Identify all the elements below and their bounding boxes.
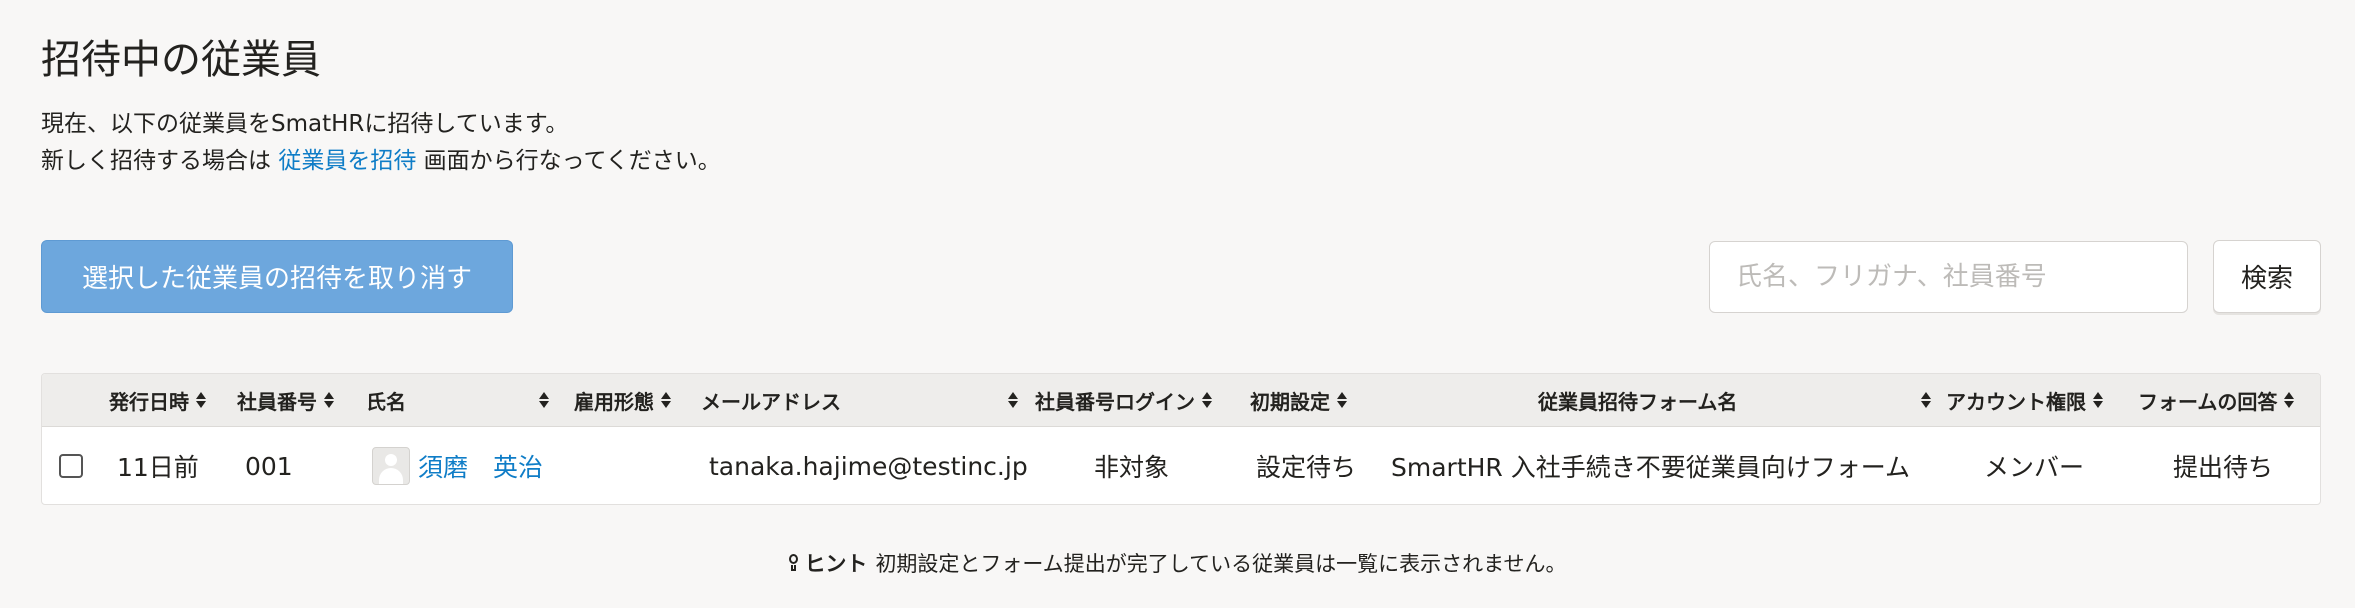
column-account-role[interactable]: アカウント権限 [1946, 374, 2104, 426]
cell-form-response: 提出待ち [2173, 453, 2274, 482]
column-employment-type[interactable]: 雇用形態 [574, 374, 672, 426]
column-label: 社員番号 [237, 389, 317, 414]
column-label: 従業員招待フォーム名 [1538, 389, 1738, 414]
search-button[interactable]: 検索 [2213, 240, 2321, 313]
cell-form-name: SmartHR 入社手続き不要従業員向けフォーム [1391, 453, 1910, 482]
sort-icon [1007, 391, 1019, 409]
column-label: 発行日時 [109, 389, 189, 414]
lightbulb-icon [788, 554, 800, 572]
hint-text: 初期設定とフォーム提出が完了している従業員は一覧に表示されません。 [875, 552, 1567, 576]
sort-icon [323, 391, 335, 409]
description-line-2: 新しく招待する場合は 従業員を招待 画面から行なってください。 [41, 143, 721, 180]
column-label: 初期設定 [1250, 389, 1330, 414]
cell-email: tanaka.hajime@testinc.jp [709, 451, 1028, 481]
table-row: 11日前 001 須磨 英治 tanaka.hajime@testinc.jp … [42, 427, 2320, 504]
column-number-login[interactable]: 社員番号ログイン [1035, 374, 1213, 426]
column-name[interactable]: 氏名 [366, 374, 550, 426]
row-checkbox[interactable] [59, 454, 83, 478]
sort-icon [2092, 391, 2104, 409]
description-prefix: 新しく招待する場合は [41, 148, 271, 174]
search-input[interactable] [1709, 241, 2188, 313]
invite-employee-link[interactable]: 従業員を招待 [278, 148, 416, 174]
column-label: アカウント権限 [1946, 389, 2086, 414]
cell-issued: 11日前 [117, 453, 199, 482]
column-label: フォームの回答 [2138, 389, 2278, 414]
column-initial-setup[interactable]: 初期設定 [1250, 374, 1348, 426]
column-form-name[interactable]: 従業員招待フォーム名 [1538, 374, 1932, 426]
sort-icon [660, 391, 672, 409]
sort-icon [1201, 391, 1213, 409]
column-email[interactable]: メールアドレス [701, 374, 1019, 426]
sort-icon [2283, 391, 2295, 409]
sort-icon [195, 391, 207, 409]
employee-name-link[interactable]: 須磨 英治 [418, 448, 543, 484]
avatar [372, 447, 410, 485]
column-issued[interactable]: 発行日時 [109, 374, 207, 426]
sort-icon [1920, 391, 1932, 409]
page-title: 招待中の従業員 [41, 37, 321, 83]
cell-name: 須磨 英治 [372, 427, 543, 504]
invited-employees-table: 発行日時 社員番号 氏名 雇用形態 メールアドレス 社員番号ログイン 初期設定 … [41, 373, 2321, 505]
cancel-invite-button[interactable]: 選択した従業員の招待を取り消す [41, 240, 513, 313]
description-line-1: 現在、以下の従業員をSmatHRに招待しています。 [41, 111, 569, 137]
cell-initial-setup: 設定待ち [1256, 453, 1357, 482]
column-form-response[interactable]: フォームの回答 [2138, 374, 2295, 426]
hint-message: ヒント 初期設定とフォーム提出が完了している従業員は一覧に表示されません。 [0, 548, 2355, 578]
column-label: 社員番号ログイン [1035, 389, 1195, 414]
column-label: 雇用形態 [574, 389, 654, 414]
table-header: 発行日時 社員番号 氏名 雇用形態 メールアドレス 社員番号ログイン 初期設定 … [42, 374, 2320, 427]
description-suffix: 画面から行なってください。 [423, 148, 721, 174]
cell-employee-number: 001 [245, 451, 293, 481]
sort-icon [538, 391, 550, 409]
hint-label: ヒント [804, 552, 868, 576]
column-label: メールアドレス [701, 389, 841, 414]
sort-icon [1336, 391, 1348, 409]
column-label: 氏名 [366, 389, 406, 414]
column-employee-number[interactable]: 社員番号 [237, 374, 335, 426]
cell-account-role: メンバー [1984, 453, 2085, 482]
page-description: 現在、以下の従業員をSmatHRに招待しています。 新しく招待する場合は 従業員… [41, 106, 721, 180]
page: 招待中の従業員 現在、以下の従業員をSmatHRに招待しています。 新しく招待す… [0, 0, 2355, 608]
cell-number-login: 非対象 [1094, 453, 1170, 482]
